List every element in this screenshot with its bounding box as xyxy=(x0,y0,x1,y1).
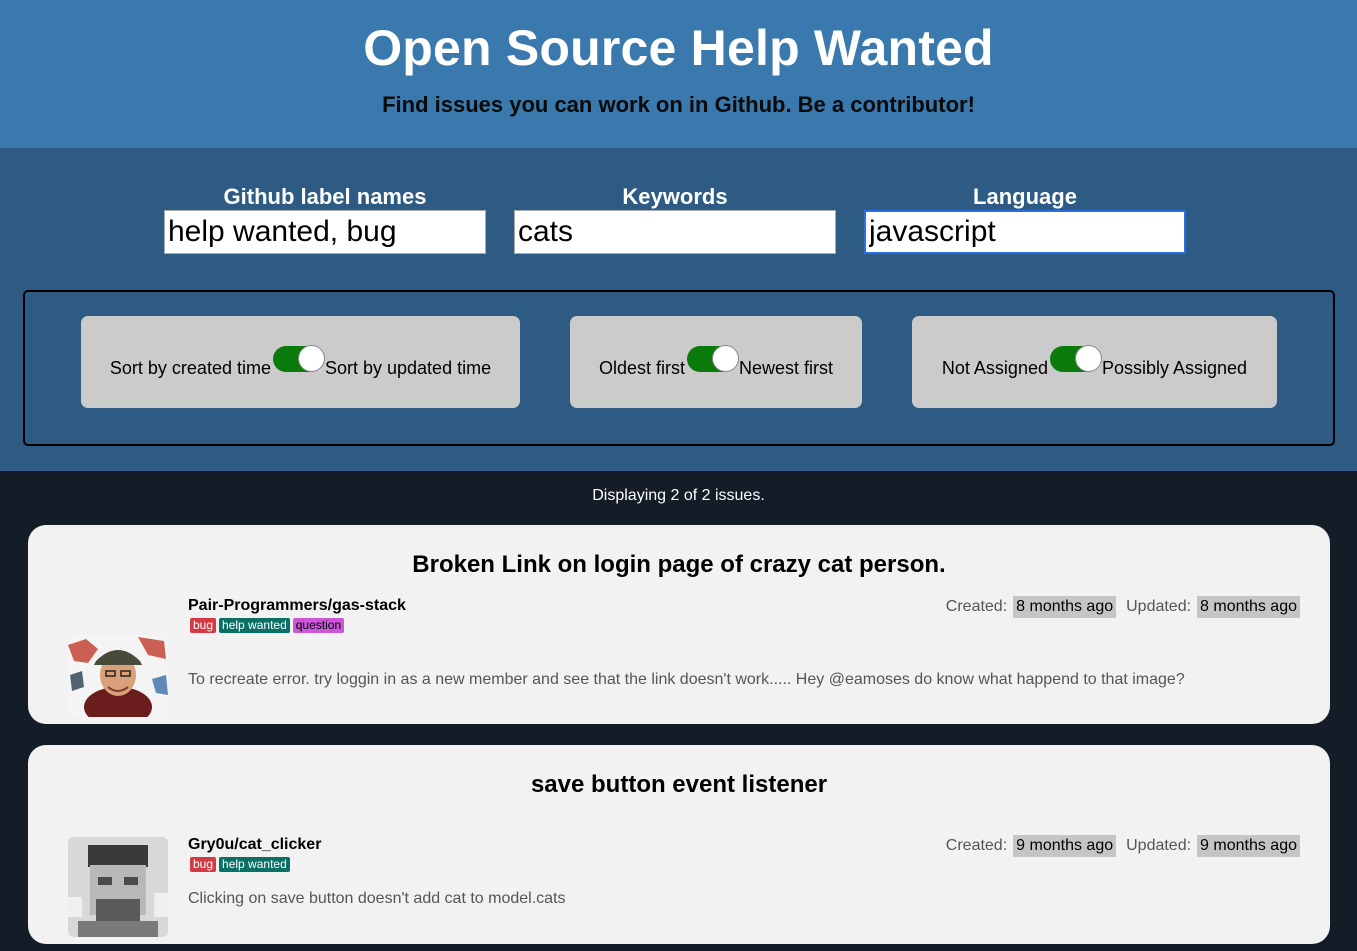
issue-card[interactable]: Broken Link on login page of crazy cat p… xyxy=(28,525,1330,724)
issue-repo: Gry0u/cat_clicker xyxy=(188,836,322,853)
issue-title[interactable]: save button event listener xyxy=(28,745,1330,799)
updated-label: Updated: xyxy=(1126,837,1192,854)
filter-panel: Github label names Keywords Language Sor… xyxy=(0,148,1357,471)
page-header: Open Source Help Wanted Find issues you … xyxy=(0,0,1357,148)
results-status: Displaying 2 of 2 issues. xyxy=(592,487,765,504)
issue-repo: Pair-Programmers/gas-stack xyxy=(188,597,406,614)
issue-body: Clicking on save button doesn't add cat … xyxy=(188,890,566,907)
label-help-wanted: help wanted xyxy=(219,857,290,872)
toggle-left-label: Oldest first xyxy=(598,358,685,378)
created-label: Created: xyxy=(945,598,1008,615)
switch-knob xyxy=(1074,345,1102,372)
issue-title[interactable]: Broken Link on login page of crazy cat p… xyxy=(28,525,1330,579)
updated-value: 8 months ago xyxy=(1197,596,1300,618)
language-field: Language xyxy=(864,184,1186,254)
sort-time-toggle-card: Sort by created time Sort by updated tim… xyxy=(81,316,520,408)
keywords-input[interactable] xyxy=(514,210,836,254)
avatar xyxy=(68,837,168,937)
language-input[interactable] xyxy=(864,210,1186,254)
toggle-group: Sort by created time Sort by updated tim… xyxy=(23,290,1335,446)
label-question: question xyxy=(292,618,345,633)
assigned-switch[interactable] xyxy=(1049,345,1102,372)
assigned-toggle-card: Not Assigned Possibly Assigned xyxy=(912,316,1277,408)
created-value: 9 months ago xyxy=(1013,835,1117,857)
toggle-left-label: Not Assigned xyxy=(941,358,1048,378)
label-names-field: Github label names xyxy=(164,184,486,254)
switch-knob xyxy=(297,345,325,372)
toggle-right-label: Sort by updated time xyxy=(324,358,492,378)
order-toggle-card: Oldest first Newest first xyxy=(570,316,862,408)
order-switch[interactable] xyxy=(687,345,739,372)
sort-time-switch[interactable] xyxy=(272,345,325,372)
updated-value: 9 months ago xyxy=(1197,835,1300,857)
switch-knob xyxy=(712,345,739,372)
created-value: 8 months ago xyxy=(1013,596,1117,618)
issue-body: To recreate error. try loggin in as a ne… xyxy=(188,671,1185,688)
toggle-right-label: Newest first xyxy=(739,358,834,378)
label-bug: bug xyxy=(190,857,217,872)
keywords-label: Keywords xyxy=(622,184,728,209)
toggle-right-label: Possibly Assigned xyxy=(1101,358,1248,378)
issue-labels: bug help wanted xyxy=(190,857,290,872)
label-names-input[interactable] xyxy=(164,210,486,254)
avatar xyxy=(68,635,168,717)
label-names-label: Github label names xyxy=(223,184,427,209)
label-help-wanted: help wanted xyxy=(219,618,290,633)
keywords-field: Keywords xyxy=(514,184,836,254)
issue-labels: bug help wanted question xyxy=(190,618,345,633)
issue-dates: Created: 9 months ago Updated: 9 months … xyxy=(946,835,1300,857)
page-subtitle: Find issues you can work on in Github. B… xyxy=(382,92,975,117)
label-bug: bug xyxy=(190,618,217,633)
language-label: Language xyxy=(973,184,1077,209)
updated-label: Updated: xyxy=(1126,598,1192,615)
toggle-left-label: Sort by created time xyxy=(109,358,271,378)
issue-dates: Created: 8 months ago Updated: 8 months … xyxy=(946,596,1300,618)
page-title: Open Source Help Wanted xyxy=(363,20,994,76)
created-label: Created: xyxy=(945,837,1008,854)
issue-card[interactable]: save button event listener Gry0u/cat_cli… xyxy=(28,745,1330,944)
